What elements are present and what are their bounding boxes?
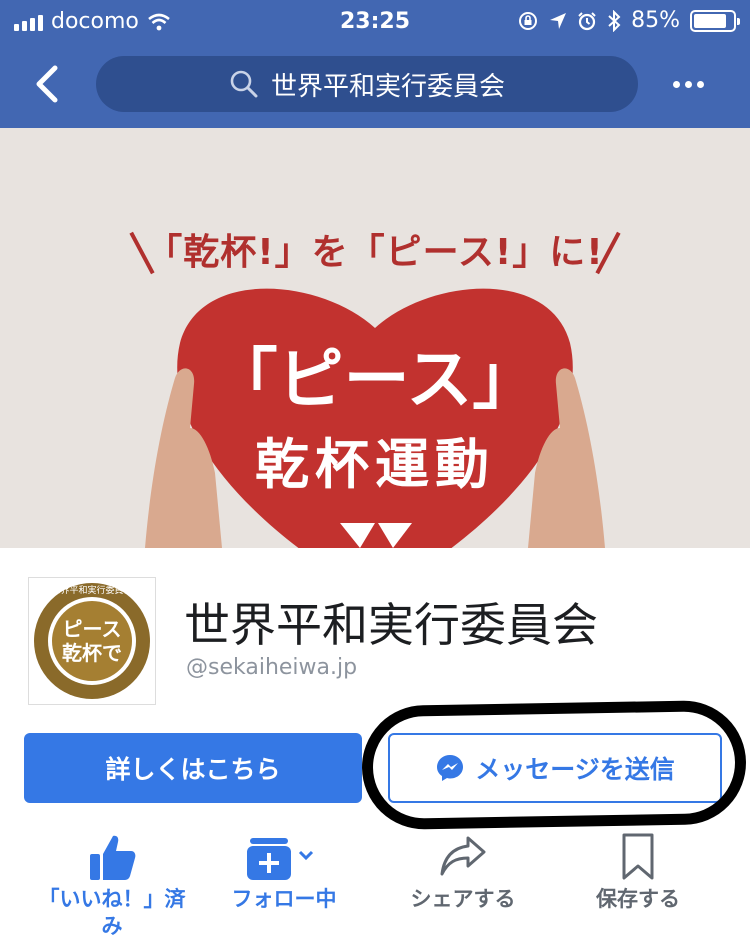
profile-logo[interactable]: ピース 乾杯で 世界平和実行委員会 xyxy=(28,577,156,705)
back-arrow-icon[interactable] xyxy=(28,62,68,106)
share-icon xyxy=(440,836,486,876)
thumbs-up-icon xyxy=(90,835,136,880)
page-handle: @sekaiheiwa.jp xyxy=(186,655,358,680)
follow-action[interactable]: フォロー中 xyxy=(204,828,364,913)
search-icon xyxy=(230,70,258,98)
learn-more-button[interactable]: 詳しくはこちら xyxy=(24,733,362,803)
hand-drawn-circle xyxy=(360,699,748,831)
status-bar: docomo 23:25 85% xyxy=(0,0,750,44)
page-name: 世界平和実行委員会 xyxy=(184,598,598,652)
top-bar: docomo 23:25 85% 世界平和実行委員会 xyxy=(0,0,750,128)
battery-percent: 85% xyxy=(631,8,680,33)
save-label: 保存する xyxy=(596,887,680,911)
share-action[interactable]: シェアする xyxy=(383,828,543,913)
save-action[interactable]: 保存する xyxy=(558,828,718,913)
location-icon xyxy=(550,12,567,29)
search-text: 世界平和実行委員会 xyxy=(270,71,505,102)
search-bar[interactable]: 世界平和実行委員会 xyxy=(96,56,638,112)
like-action[interactable]: 「いいね！」済み xyxy=(32,828,192,940)
battery-icon xyxy=(690,9,740,32)
svg-text:世界平和実行委員会: 世界平和実行委員会 xyxy=(51,584,132,596)
like-label: 「いいね！」済み xyxy=(38,887,186,938)
more-dots-icon[interactable] xyxy=(666,64,710,104)
rotation-lock-icon xyxy=(519,11,538,30)
cover-tagline: 「乾杯!」を「ピース!」に! xyxy=(146,232,604,273)
svg-text:乾杯で: 乾杯で xyxy=(62,641,122,665)
share-label: シェアする xyxy=(410,887,516,911)
cover-subtitle: 乾杯運動 xyxy=(255,433,495,496)
bookmark-icon xyxy=(622,833,654,880)
follow-icon xyxy=(247,838,314,880)
follow-label: フォロー中 xyxy=(231,887,337,911)
alarm-icon xyxy=(578,11,596,30)
cover-title: 「ピース」 xyxy=(211,341,539,418)
seal-logo: ピース 乾杯で 世界平和実行委員会 xyxy=(34,583,150,699)
svg-text:ピース: ピース xyxy=(63,617,122,641)
cover-photo[interactable]: 「乾杯!」を「ピース!」に! 「ピース」 乾杯運動 xyxy=(0,128,750,548)
bluetooth-icon xyxy=(608,9,621,32)
